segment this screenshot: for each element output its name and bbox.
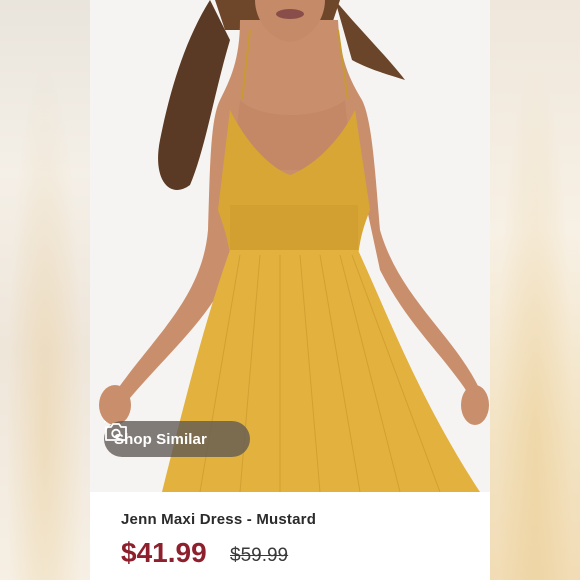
background-blur-right xyxy=(490,0,580,580)
background-blur-left xyxy=(0,0,90,580)
original-price: $59.99 xyxy=(230,545,289,566)
product-title[interactable]: Jenn Maxi Dress - Mustard xyxy=(121,511,316,528)
shop-similar-button[interactable]: Shop Similar xyxy=(104,421,250,457)
product-photo-illustration xyxy=(90,0,490,492)
product-card[interactable]: Shop Similar Jenn Maxi Dress - Mustard $… xyxy=(90,0,490,580)
sale-price: $41.99 xyxy=(121,537,207,568)
product-photo[interactable]: Shop Similar xyxy=(90,0,490,492)
product-info: Jenn Maxi Dress - Mustard $41.99 $59.99 xyxy=(90,492,490,580)
camera-icon xyxy=(104,421,127,441)
